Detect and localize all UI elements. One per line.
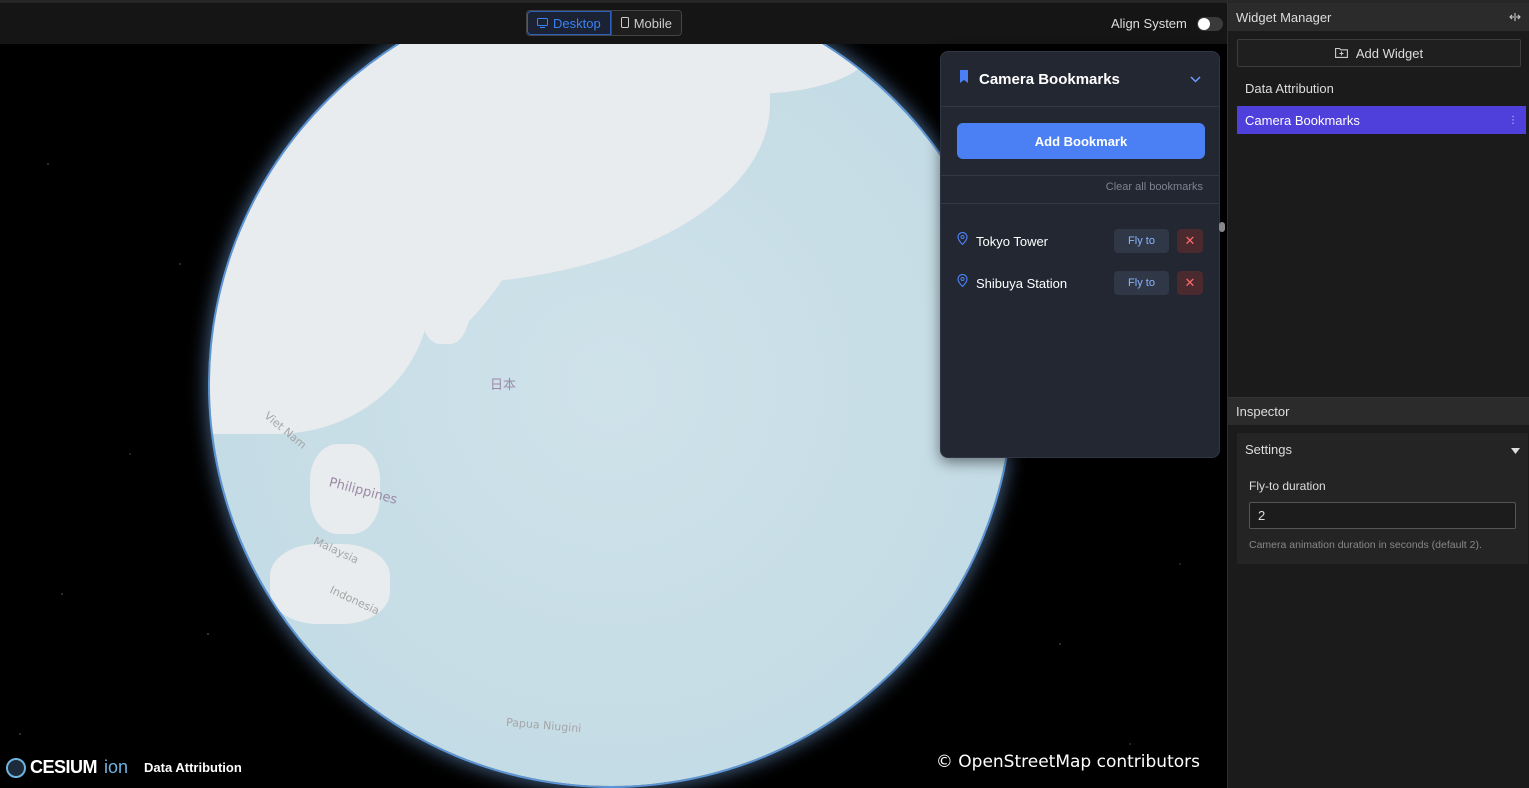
desktop-label: Desktop (553, 15, 601, 31)
widget-item-data-attribution[interactable]: Data Attribution (1237, 74, 1526, 102)
mobile-label: Mobile (633, 15, 672, 31)
list-item: Tokyo Tower Fly to ✕ (957, 220, 1203, 262)
settings-title: Settings (1245, 441, 1292, 457)
chevron-down-icon[interactable] (1190, 70, 1201, 88)
caret-down-icon (1511, 442, 1520, 457)
side-panel: Widget Manager Add Widget Data Attributi… (1227, 0, 1529, 788)
bookmarks-title: Camera Bookmarks (979, 70, 1120, 88)
widget-item-label: Data Attribution (1245, 80, 1334, 96)
inspector-panel: Inspector Settings Fly-to duration 2 Cam… (1228, 397, 1529, 564)
data-attribution-link[interactable]: Data Attribution (144, 760, 242, 775)
widget-item-camera-bookmarks[interactable]: Camera Bookmarks ⋮ (1237, 106, 1526, 134)
cesium-brand: CESIUM (30, 757, 98, 777)
widget-manager-header: Widget Manager (1228, 0, 1529, 31)
camera-bookmarks-panel: Camera Bookmarks Add Bookmark Clear all … (940, 51, 1220, 458)
collapse-panel-icon[interactable] (1509, 10, 1521, 25)
viewport-toolbar: Desktop Mobile Align System (0, 0, 1227, 44)
list-item: Shibuya Station Fly to ✕ (957, 262, 1203, 304)
clear-bookmarks-section: Clear all bookmarks (941, 176, 1219, 204)
fly-to-duration-label: Fly-to duration (1249, 479, 1326, 493)
bookmark-list: Tokyo Tower Fly to ✕ Shibuya Station Fly… (941, 204, 1219, 304)
panel-resize-handle[interactable] (1219, 222, 1225, 232)
more-vertical-icon[interactable]: ⋮ (1508, 115, 1518, 126)
inspector-header: Inspector (1228, 397, 1529, 425)
inspector-title: Inspector (1236, 404, 1290, 419)
align-system: Align System (1111, 16, 1223, 31)
cesium-brand-suffix: ion (104, 757, 129, 777)
align-system-toggle[interactable] (1196, 16, 1223, 31)
close-icon: ✕ (1184, 233, 1196, 248)
device-toggle: Desktop Mobile (526, 10, 682, 36)
location-pin-icon (957, 273, 968, 292)
cesium-logo-icon (6, 757, 26, 778)
settings-header[interactable]: Settings (1237, 433, 1528, 465)
location-pin-icon (957, 231, 968, 250)
folder-plus-icon (1334, 46, 1348, 61)
bookmark-name: Tokyo Tower (976, 233, 1049, 249)
fly-to-duration-input[interactable]: 2 (1249, 502, 1516, 529)
bookmarks-header[interactable]: Camera Bookmarks (941, 52, 1219, 107)
desktop-icon (537, 16, 548, 31)
align-system-label: Align System (1111, 16, 1187, 31)
clear-all-bookmarks-link[interactable]: Clear all bookmarks (1106, 181, 1203, 193)
delete-bookmark-button[interactable]: ✕ (1177, 271, 1203, 295)
delete-bookmark-button[interactable]: ✕ (1177, 229, 1203, 253)
add-widget-label: Add Widget (1355, 45, 1424, 61)
mobile-icon (620, 16, 629, 31)
bookmark-icon (959, 70, 969, 88)
add-bookmark-section: Add Bookmark (941, 107, 1219, 176)
fly-to-button[interactable]: Fly to (1114, 229, 1169, 253)
add-widget-button[interactable]: Add Widget (1237, 39, 1521, 67)
close-icon: ✕ (1184, 275, 1196, 290)
widget-manager-title: Widget Manager (1236, 9, 1332, 25)
globe[interactable]: 日本 Philippines Viet Nam Malaysia Indones… (210, 44, 1012, 786)
cesium-credit: CESIUM ion Data Attribution (6, 757, 242, 778)
osm-attribution: © OpenStreetMap contributors (935, 752, 1200, 772)
mobile-button[interactable]: Mobile (610, 11, 681, 35)
fly-to-button[interactable]: Fly to (1114, 271, 1169, 295)
bookmark-name: Shibuya Station (976, 275, 1068, 291)
widget-item-label: Camera Bookmarks (1245, 112, 1360, 128)
map-label-papua: Papua Niugini (505, 715, 582, 736)
settings-section: Settings Fly-to duration 2 Camera animat… (1237, 433, 1528, 564)
desktop-button[interactable]: Desktop (527, 11, 611, 35)
fly-to-duration-help: Camera animation duration in seconds (de… (1249, 539, 1482, 551)
add-bookmark-button[interactable]: Add Bookmark (957, 123, 1205, 159)
map-label-japan: 日本 (490, 378, 517, 393)
